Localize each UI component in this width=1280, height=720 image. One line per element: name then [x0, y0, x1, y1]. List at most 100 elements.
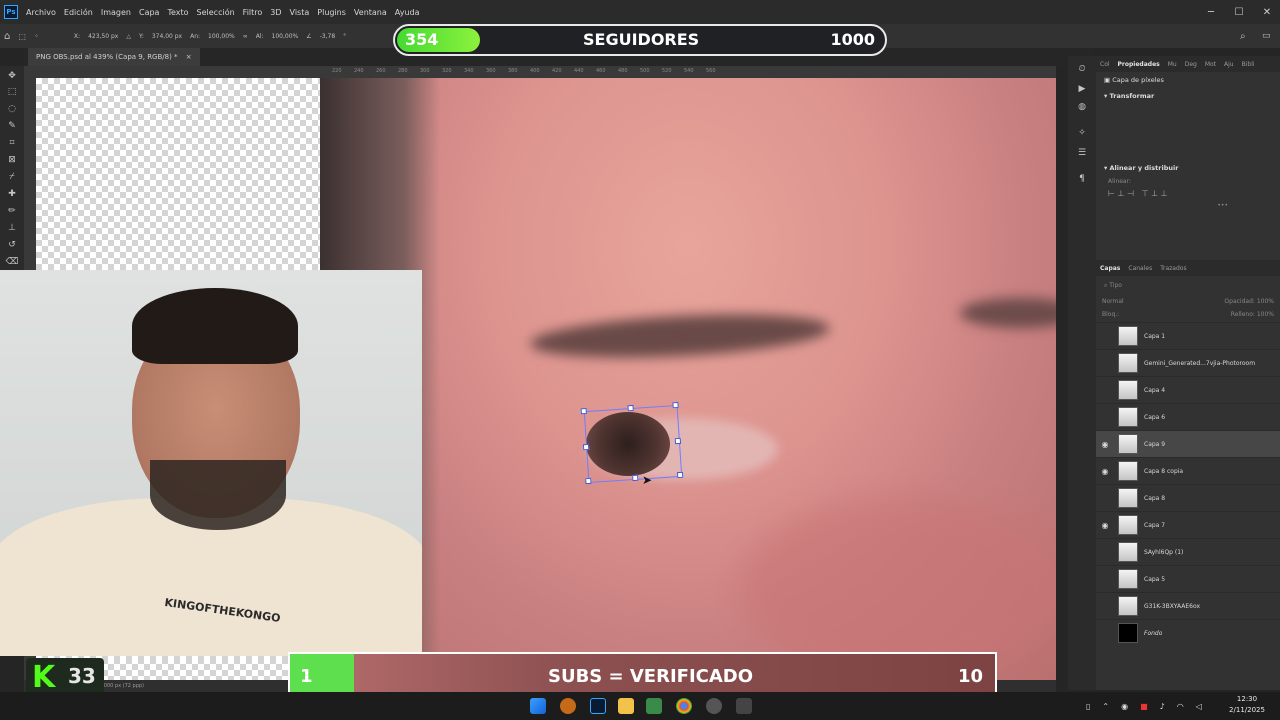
layer-row[interactable]: Capa 1 — [1096, 322, 1280, 349]
file-explorer-icon[interactable] — [618, 698, 634, 714]
layer-row[interactable]: ◉ Capa 8 copia — [1096, 457, 1280, 484]
actions-play-icon[interactable]: ▶ — [1075, 84, 1089, 96]
paragraph-icon[interactable]: ¶ — [1075, 174, 1089, 186]
app-icon[interactable] — [646, 698, 662, 714]
document-tab[interactable]: PNG OBS.psd al 439% (Capa 9, RGB/8) * × — [28, 48, 200, 66]
layer-row[interactable]: ◉ Capa 9 — [1096, 430, 1280, 457]
menu-3d[interactable]: 3D — [266, 8, 285, 17]
transform-handle[interactable] — [632, 474, 639, 482]
menu-capa[interactable]: Capa — [135, 8, 163, 17]
comments-icon[interactable]: ◍ — [1075, 102, 1089, 114]
layer-row[interactable]: Capa 6 — [1096, 403, 1280, 430]
app-icon[interactable] — [736, 698, 752, 714]
layer-row[interactable]: Capa 4 — [1096, 376, 1280, 403]
delta-icon[interactable]: △ — [122, 33, 135, 40]
frame-tool-icon[interactable]: ⊠ — [5, 154, 19, 166]
chrome-icon[interactable] — [676, 698, 692, 714]
blend-mode-select[interactable]: Normal — [1102, 298, 1124, 305]
align-section-header[interactable]: ▾ Alinear y distribuir — [1096, 160, 1280, 176]
transform-handle[interactable] — [672, 401, 679, 409]
brush-settings-icon[interactable]: ✧ — [1075, 128, 1089, 140]
volume-icon[interactable]: ◁ — [1190, 702, 1208, 711]
menu-imagen[interactable]: Imagen — [97, 8, 135, 17]
transform-section-header[interactable]: ▾ Transformar — [1096, 88, 1280, 104]
adjustments-icon[interactable]: ☰ — [1075, 148, 1089, 160]
transform-handle[interactable] — [674, 437, 682, 445]
app-icon[interactable] — [560, 698, 576, 714]
wifi-icon[interactable]: ◠ — [1171, 702, 1190, 711]
chevron-up-icon[interactable]: ⌃ — [1096, 702, 1115, 711]
visibility-eye-icon[interactable]: ◉ — [1096, 521, 1114, 530]
x-field[interactable]: 423,50 px — [84, 33, 122, 40]
tab-layers[interactable]: Capas — [1096, 265, 1124, 272]
document-tab-close-icon[interactable]: × — [186, 53, 192, 61]
tab-libraries[interactable]: Bibli — [1238, 61, 1259, 68]
photoshop-logo-icon[interactable]: Ps — [4, 5, 18, 19]
discord-icon[interactable]: ◉ — [1115, 702, 1134, 711]
angle-field[interactable]: -3,78 — [316, 33, 340, 40]
transform-handle[interactable] — [676, 471, 684, 479]
tab-color[interactable]: Col — [1096, 61, 1114, 68]
layer-row[interactable]: SAyhl6Qp (1) — [1096, 538, 1280, 565]
transform-handle[interactable] — [627, 404, 634, 412]
home-icon[interactable]: ⌂ — [0, 31, 14, 42]
transform-handle[interactable] — [585, 477, 592, 485]
brush-tool-icon[interactable]: ✏ — [5, 205, 19, 217]
fill-field[interactable]: 100% — [1257, 311, 1274, 318]
tab-gradients[interactable]: Deg — [1181, 61, 1201, 68]
layer-row[interactable]: Capa 5 — [1096, 565, 1280, 592]
visibility-eye-icon[interactable]: ◉ — [1096, 467, 1114, 476]
layer-row[interactable]: Capa 8 — [1096, 484, 1280, 511]
opacity-field[interactable]: 100% — [1257, 298, 1274, 305]
close-icon[interactable]: ✕ — [1252, 0, 1280, 24]
workspace-icon[interactable]: ▭ — [1258, 31, 1275, 41]
more-options-icon[interactable]: ••• — [1096, 200, 1280, 211]
width-field[interactable]: 100,00% — [204, 33, 239, 40]
history-brush-tool-icon[interactable]: ↺ — [5, 239, 19, 251]
crop-tool-icon[interactable]: ⌗ — [5, 137, 19, 149]
clock[interactable]: 12:30 2/11/2025 — [1222, 694, 1272, 716]
menu-ayuda[interactable]: Ayuda — [391, 8, 424, 17]
tab-properties[interactable]: Propiedades — [1114, 61, 1164, 68]
height-field[interactable]: 100,00% — [268, 33, 303, 40]
minimize-icon[interactable]: ─ — [1196, 0, 1226, 24]
search-icon[interactable]: ⌕ — [1236, 31, 1250, 42]
transform-handle[interactable] — [582, 443, 590, 451]
layer-row[interactable]: G31K-3BXYAAE6ox — [1096, 592, 1280, 619]
obs-icon[interactable] — [706, 698, 722, 714]
layer-search-input[interactable]: ⌕ Tipo — [1096, 276, 1280, 296]
visibility-eye-icon[interactable]: ◉ — [1096, 440, 1114, 449]
layer-row[interactable]: ◉ Capa 7 — [1096, 511, 1280, 538]
marquee-tool-icon[interactable]: ⬚ — [5, 86, 19, 98]
tab-adjustments[interactable]: Aju — [1220, 61, 1238, 68]
lasso-tool-icon[interactable]: ◌ — [5, 103, 19, 115]
y-field[interactable]: 374,00 px — [148, 33, 186, 40]
move-tool-option-icon[interactable]: ⬚ — [14, 32, 30, 41]
menu-archivo[interactable]: Archivo — [22, 8, 60, 17]
clone-stamp-tool-icon[interactable]: ⊥ — [5, 222, 19, 234]
transform-bounding-box[interactable] — [580, 401, 684, 485]
photoshop-taskbar-icon[interactable] — [590, 698, 606, 714]
app-tray-icon[interactable]: ■ — [1134, 702, 1154, 711]
healing-brush-tool-icon[interactable]: ✚ — [5, 188, 19, 200]
menu-plugins[interactable]: Plugins — [313, 8, 350, 17]
link-icon[interactable]: ∞ — [239, 33, 252, 40]
tray-icons[interactable]: ▯ ⌃ ◉ ■ ♪ ◠ ◁ — [1080, 692, 1208, 720]
menu-edicion[interactable]: Edición — [60, 8, 97, 17]
reference-point-icon[interactable]: ⁘ — [30, 33, 70, 40]
eyedropper-tool-icon[interactable]: ⌿ — [5, 171, 19, 183]
layer-row[interactable]: Gemini_Generated...7vjia-Photoroom — [1096, 349, 1280, 376]
menu-vista[interactable]: Vista — [286, 8, 314, 17]
menu-seleccion[interactable]: Selección — [193, 8, 239, 17]
quick-selection-tool-icon[interactable]: ✎ — [5, 120, 19, 132]
history-icon[interactable]: ⏲ — [1075, 64, 1089, 76]
menu-texto[interactable]: Texto — [163, 8, 192, 17]
move-tool-icon[interactable]: ✥ — [5, 70, 19, 82]
menu-ventana[interactable]: Ventana — [350, 8, 391, 17]
menu-filtro[interactable]: Filtro — [239, 8, 267, 17]
tab-channels[interactable]: Canales — [1124, 265, 1156, 272]
layer-row[interactable]: Fondo — [1096, 619, 1280, 646]
maximize-icon[interactable]: ☐ — [1224, 0, 1254, 24]
tab-mu[interactable]: Mu — [1164, 61, 1181, 68]
transform-handle[interactable] — [580, 407, 587, 415]
